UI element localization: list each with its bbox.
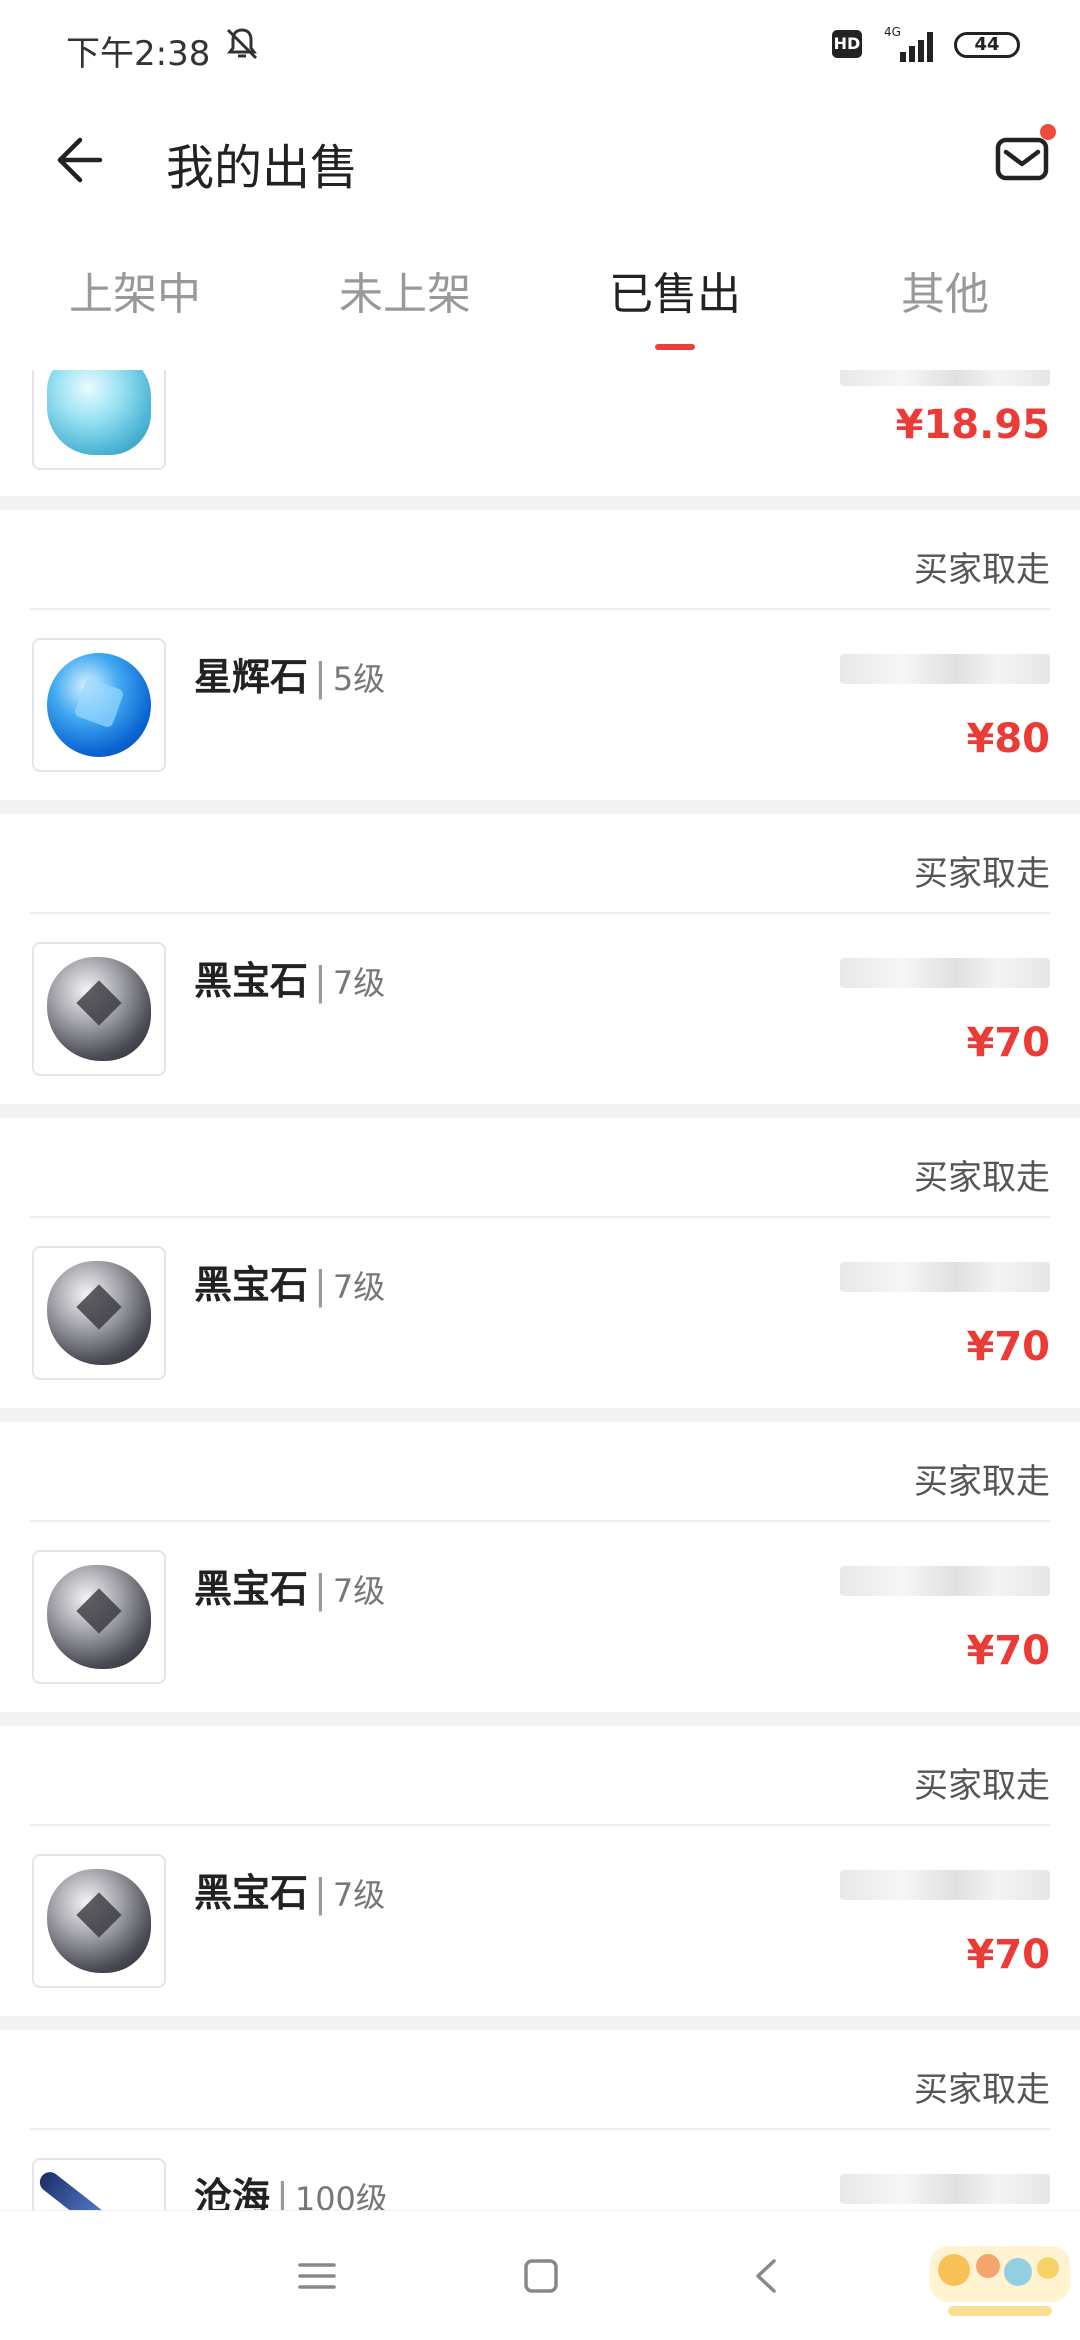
item-thumbnail [32,638,166,772]
divider [30,608,1050,610]
item-level: 7级 [332,1268,386,1306]
list-item[interactable]: 买家取走 黑宝石 | 7级 ¥70 [0,1118,1080,1408]
status-time: 下午2:38 [66,34,211,74]
watermark-logo-icon [930,2246,1070,2316]
order-status: 买家取走 [914,1158,1050,1198]
tab-listing[interactable]: 上架中 [0,230,270,370]
tab-label: 未上架 [339,269,471,320]
signal-icon: 4G [884,25,933,62]
item-level: 7级 [332,1876,386,1914]
divider [30,1216,1050,1218]
sold-items-list[interactable]: ¥18.95 买家取走 星辉石 | 5级 ¥80 买家取走 黑宝石 | 7级 ¥70 买… [0,370,1080,2210]
list-item[interactable]: 买家取走 黑宝石 | 7级 ¥70 [0,1422,1080,1712]
item-name: 沧海 | 100级 [194,2166,388,2210]
mail-button[interactable] [992,124,1056,188]
order-status: 买家取走 [914,550,1050,590]
battery-icon: 44 [954,32,1020,58]
item-thumbnail [32,2158,166,2210]
blurred-info [840,2174,1050,2204]
item-thumbnail [32,370,166,470]
list-item[interactable]: 买家取走 星辉石 | 5级 ¥80 [0,510,1080,800]
page-title: 我的出售 [166,140,359,196]
staff-icon [35,2168,151,2210]
notification-dot [1040,124,1056,140]
divider [30,1824,1050,1826]
item-price: ¥70 [966,1932,1051,1978]
app-header: 我的出售 [0,100,1080,230]
list-item[interactable]: 买家取走 黑宝石 | 7级 ¥70 [0,814,1080,1104]
ice-gem-icon [47,370,151,455]
network-label: 4G [884,25,901,39]
black-gem-icon [47,1565,151,1669]
tab-label: 上架中 [69,269,201,320]
black-gem-icon [47,1869,151,1973]
item-thumbnail [32,1550,166,1684]
order-status: 买家取走 [914,2070,1050,2110]
tab-label: 其他 [901,269,989,320]
divider [30,912,1050,914]
hd-icon: HD [832,30,862,58]
order-status: 买家取走 [914,854,1050,894]
item-level: 7级 [332,1572,386,1610]
tab-bar: 上架中 未上架 已售出 其他 [0,230,1080,370]
item-level: 100级 [294,2180,388,2210]
status-bar: 下午2:38 HD 4G 44 [0,0,1080,100]
item-thumbnail [32,1246,166,1380]
order-status: 买家取走 [914,1766,1050,1806]
item-level: 7级 [332,964,386,1002]
tab-other[interactable]: 其他 [810,230,1080,370]
item-thumbnail [32,942,166,1076]
blue-gem-icon [47,653,151,757]
nav-back-icon[interactable] [742,2251,792,2301]
item-name: 黑宝石 | 7级 [194,1567,386,1611]
home-icon[interactable] [516,2251,566,2301]
list-item[interactable]: 买家取走 沧海 | 100级 [0,2030,1080,2210]
item-price: ¥70 [966,1324,1051,1370]
active-tab-indicator [655,344,695,350]
mute-bell-icon [226,28,258,60]
blurred-info [840,654,1050,684]
item-price: ¥70 [966,1020,1051,1066]
item-name: 黑宝石 | 7级 [194,1263,386,1307]
back-arrow-icon[interactable] [48,130,108,190]
item-level: 5级 [332,660,386,698]
list-item[interactable]: ¥18.95 [0,370,1080,496]
item-name: 黑宝石 | 7级 [194,1871,386,1915]
blurred-info [840,1566,1050,1596]
item-thumbnail [32,1854,166,1988]
blurred-info [840,370,1050,386]
blurred-info [840,958,1050,988]
blurred-info [840,1870,1050,1900]
black-gem-icon [47,1261,151,1365]
tab-label: 已售出 [609,269,741,320]
item-price: ¥70 [966,1628,1051,1674]
tab-sold[interactable]: 已售出 [540,230,810,370]
blurred-info [840,1262,1050,1292]
menu-icon[interactable] [292,2251,342,2301]
divider [30,1520,1050,1522]
item-price: ¥18.95 [895,402,1050,448]
item-price: ¥80 [966,716,1051,762]
item-name: 星辉石 | 5级 [194,655,386,699]
order-status: 买家取走 [914,1462,1050,1502]
list-item[interactable]: 买家取走 黑宝石 | 7级 ¥70 [0,1726,1080,2016]
divider [30,2128,1050,2130]
black-gem-icon [47,957,151,1061]
item-name: 黑宝石 | 7级 [194,959,386,1003]
tab-unlisted[interactable]: 未上架 [270,230,540,370]
system-nav-bar [0,2210,1080,2340]
